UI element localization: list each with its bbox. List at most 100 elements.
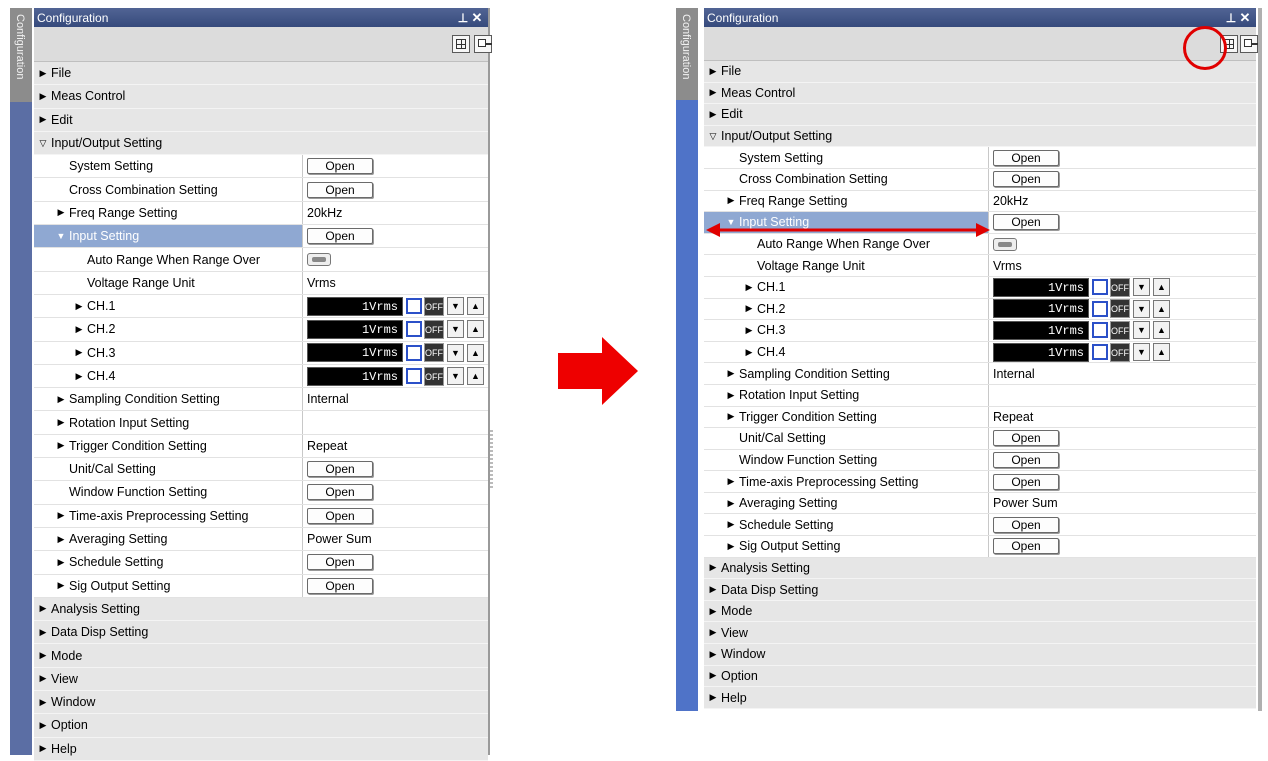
range-down-button[interactable]: ▼ bbox=[1133, 299, 1150, 318]
expand-triangle-icon[interactable]: ▶ bbox=[726, 476, 736, 487]
tree-row-window[interactable]: ▶ Window bbox=[704, 644, 1256, 666]
expand-triangle-icon[interactable]: ▶ bbox=[38, 627, 48, 638]
configuration-side-tab[interactable]: Configuration bbox=[676, 8, 698, 100]
open-button[interactable]: Open bbox=[993, 473, 1059, 490]
pin-icon[interactable]: ⊥ bbox=[1224, 11, 1238, 25]
tree-row-ch-1[interactable]: ▶ CH.1 1Vrms OFF ▼ ▲ bbox=[704, 276, 1256, 299]
tree-row-ch-1[interactable]: ▶ CH.1 1Vrms OFF ▼ ▲ bbox=[34, 294, 488, 319]
tree-row-file[interactable]: ▶ File bbox=[34, 62, 488, 86]
tree-row-data-disp-setting[interactable]: ▶ Data Disp Setting bbox=[704, 579, 1256, 601]
splitter-grip[interactable] bbox=[490, 430, 493, 490]
tree-row-freq-range-setting[interactable]: ▶ Freq Range Setting 20kHz bbox=[704, 190, 1256, 213]
tree-row-mode[interactable]: ▶ Mode bbox=[704, 600, 1256, 623]
tree-row-option[interactable]: ▶ Option bbox=[34, 714, 488, 738]
tree-row-system-setting[interactable]: System Setting Open bbox=[704, 147, 1256, 169]
tree-row-window-function-setting[interactable]: Window Function Setting Open bbox=[704, 449, 1256, 472]
tree-row-rotation-input-setting[interactable]: ▶ Rotation Input Setting bbox=[34, 411, 488, 435]
tree-row-view[interactable]: ▶ View bbox=[704, 622, 1256, 645]
expand-triangle-icon[interactable]: ▶ bbox=[708, 649, 718, 660]
tree-row-schedule-setting[interactable]: ▶ Schedule Setting Open bbox=[34, 551, 488, 575]
expand-triangle-icon[interactable]: ▶ bbox=[74, 347, 84, 358]
open-button[interactable]: Open bbox=[307, 507, 373, 524]
range-value-display[interactable]: 1Vrms bbox=[307, 343, 403, 363]
tree-row-mode[interactable]: ▶ Mode bbox=[34, 644, 488, 668]
open-button[interactable]: Open bbox=[993, 171, 1059, 188]
expand-triangle-icon[interactable]: ▶ bbox=[708, 627, 718, 638]
expand-triangle-icon[interactable]: ▶ bbox=[56, 510, 66, 521]
expand-triangle-icon[interactable]: ▶ bbox=[726, 519, 736, 530]
range-value-display[interactable]: 1Vrms bbox=[307, 296, 403, 316]
channel-checkbox[interactable] bbox=[1092, 322, 1108, 339]
tree-row-voltage-range-unit[interactable]: Voltage Range Unit Vrms bbox=[34, 271, 488, 295]
pin-icon[interactable]: ⊥ bbox=[456, 11, 470, 25]
tree-row-time-axis-preprocessing-setting[interactable]: ▶ Time-axis Preprocessing Setting Open bbox=[704, 471, 1256, 493]
open-button[interactable]: Open bbox=[307, 228, 373, 245]
expand-triangle-icon[interactable]: ▶ bbox=[38, 91, 48, 102]
expand-triangle-icon[interactable]: ▶ bbox=[708, 109, 718, 120]
open-button[interactable]: Open bbox=[307, 461, 373, 478]
tree-row-sampling-condition-setting[interactable]: ▶ Sampling Condition Setting Internal bbox=[704, 363, 1256, 385]
tree-row-window-function-setting[interactable]: Window Function Setting Open bbox=[34, 481, 488, 505]
tree-row-input-output-setting[interactable]: ▽ Input/Output Setting bbox=[34, 131, 488, 156]
open-button[interactable]: Open bbox=[307, 484, 373, 501]
expand-triangle-icon[interactable]: ▶ bbox=[56, 557, 66, 568]
range-up-button[interactable]: ▲ bbox=[467, 297, 484, 316]
expand-triangle-icon[interactable]: ▶ bbox=[708, 562, 718, 573]
channel-checkbox[interactable] bbox=[1092, 300, 1108, 317]
range-down-button[interactable]: ▼ bbox=[447, 297, 464, 316]
range-value-display[interactable]: 1Vrms bbox=[993, 342, 1089, 362]
tree-row-ch-3[interactable]: ▶ CH.3 1Vrms OFF ▼ ▲ bbox=[704, 320, 1256, 342]
tree-row-edit[interactable]: ▶ Edit bbox=[34, 108, 488, 132]
open-button[interactable]: Open bbox=[993, 538, 1059, 555]
expand-triangle-icon[interactable]: ▶ bbox=[744, 325, 754, 336]
expand-triangle-icon[interactable]: ▶ bbox=[726, 498, 736, 509]
tree-row-meas-control[interactable]: ▶ Meas Control bbox=[704, 82, 1256, 105]
tree-row-unit-cal-setting[interactable]: Unit/Cal Setting Open bbox=[704, 428, 1256, 450]
tree-row-auto-range-when-range-over[interactable]: Auto Range When Range Over bbox=[34, 248, 488, 272]
collapse-all-button[interactable] bbox=[1240, 35, 1258, 53]
tree-row-sig-output-setting[interactable]: ▶ Sig Output Setting Open bbox=[704, 536, 1256, 558]
auto-range-toggle[interactable] bbox=[307, 253, 331, 267]
tree-row-unit-cal-setting[interactable]: Unit/Cal Setting Open bbox=[34, 458, 488, 482]
range-down-button[interactable]: ▼ bbox=[447, 320, 464, 339]
expand-triangle-icon[interactable]: ▶ bbox=[38, 114, 48, 125]
tree-row-window[interactable]: ▶ Window bbox=[34, 691, 488, 715]
collapse-triangle-icon[interactable]: ▽ bbox=[708, 131, 718, 142]
close-icon[interactable]: ✕ bbox=[1238, 10, 1252, 26]
range-down-button[interactable]: ▼ bbox=[1133, 278, 1150, 297]
channel-checkbox[interactable] bbox=[406, 344, 422, 361]
off-toggle-button[interactable]: OFF bbox=[1110, 299, 1130, 319]
tree-row-option[interactable]: ▶ Option bbox=[704, 665, 1256, 688]
tree-row-input-output-setting[interactable]: ▽ Input/Output Setting bbox=[704, 125, 1256, 148]
channel-checkbox[interactable] bbox=[406, 368, 422, 384]
range-up-button[interactable]: ▲ bbox=[1153, 343, 1170, 362]
expand-triangle-icon[interactable]: ▶ bbox=[744, 347, 754, 358]
tree-row-averaging-setting[interactable]: ▶ Averaging Setting Power Sum bbox=[704, 492, 1256, 515]
expand-triangle-icon[interactable]: ▶ bbox=[726, 390, 736, 401]
off-toggle-button[interactable]: OFF bbox=[1110, 320, 1130, 340]
range-up-button[interactable]: ▲ bbox=[1153, 299, 1170, 318]
range-value-display[interactable]: 1Vrms bbox=[993, 299, 1089, 319]
channel-checkbox[interactable] bbox=[406, 298, 422, 315]
expand-triangle-icon[interactable]: ▶ bbox=[38, 650, 48, 661]
tree-row-file[interactable]: ▶ File bbox=[704, 61, 1256, 83]
expand-triangle-icon[interactable]: ▶ bbox=[56, 534, 66, 545]
expand-triangle-icon[interactable]: ▶ bbox=[726, 195, 736, 206]
tree-row-freq-range-setting[interactable]: ▶ Freq Range Setting 20kHz bbox=[34, 201, 488, 226]
expand-triangle-icon[interactable]: ▶ bbox=[38, 673, 48, 684]
collapse-triangle-icon[interactable]: ▽ bbox=[38, 138, 48, 149]
open-button[interactable]: Open bbox=[307, 181, 373, 198]
range-value-display[interactable]: 1Vrms bbox=[307, 319, 403, 339]
range-up-button[interactable]: ▲ bbox=[467, 367, 484, 385]
range-down-button[interactable]: ▼ bbox=[447, 367, 464, 385]
expand-triangle-icon[interactable]: ▶ bbox=[708, 692, 718, 703]
tree-row-ch-4[interactable]: ▶ CH.4 1Vrms OFF ▼ ▲ bbox=[34, 364, 488, 389]
tree-row-ch-3[interactable]: ▶ CH.3 1Vrms OFF ▼ ▲ bbox=[34, 341, 488, 365]
channel-checkbox[interactable] bbox=[406, 321, 422, 338]
range-value-display[interactable]: 1Vrms bbox=[993, 277, 1089, 297]
expand-triangle-icon[interactable]: ▶ bbox=[708, 670, 718, 681]
range-down-button[interactable]: ▼ bbox=[447, 343, 464, 362]
tree-row-help[interactable]: ▶ Help bbox=[34, 737, 488, 761]
tree-row-trigger-condition-setting[interactable]: ▶ Trigger Condition Setting Repeat bbox=[704, 406, 1256, 429]
auto-range-toggle[interactable] bbox=[993, 237, 1017, 251]
